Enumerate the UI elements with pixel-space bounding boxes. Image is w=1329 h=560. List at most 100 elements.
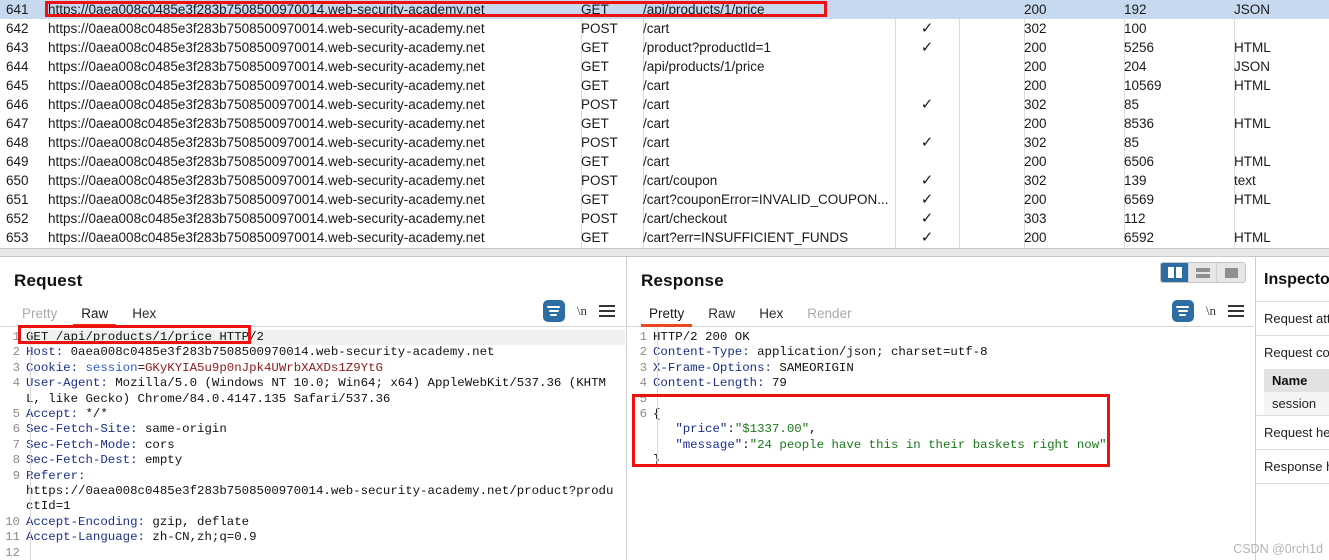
history-cell-mime: HTML (1234, 154, 1271, 169)
code-text[interactable]: Referer: https://0aea008c0485e3f283b7508… (26, 469, 625, 515)
code-text[interactable] (26, 546, 625, 560)
history-cell-method: GET (581, 192, 609, 207)
history-cell-host: https://0aea008c0485e3f283b7508500970014… (48, 135, 485, 150)
code-text[interactable]: User-Agent: Mozilla/5.0 (Windows NT 10.0… (26, 376, 625, 407)
tab-raw[interactable]: Raw (69, 306, 120, 327)
line-number: 5 (12, 407, 20, 422)
history-cell-length: 6592 (1124, 230, 1155, 245)
line-number: 8 (12, 453, 20, 468)
layout-single-pane-button[interactable] (1217, 263, 1245, 282)
code-line: 12 (0, 546, 625, 560)
code-text[interactable] (653, 392, 1254, 407)
history-cell-url: /api/products/1/price (643, 2, 765, 17)
cookie-table-row-session[interactable]: session (1264, 392, 1329, 415)
layout-vertical-split-button[interactable] (1161, 263, 1189, 282)
history-cell-method: GET (581, 230, 609, 245)
code-token: 79 (764, 376, 787, 391)
table-row[interactable]: 643 https://0aea008c0485e3f283b7508500970… (0, 38, 1329, 57)
history-cell-method: POST (581, 97, 618, 112)
history-cell-host: https://0aea008c0485e3f283b7508500970014… (48, 40, 485, 55)
inspector-cookie-table[interactable]: Name session (1264, 369, 1329, 415)
code-text[interactable]: { (653, 407, 1254, 422)
table-row[interactable]: 642 https://0aea008c0485e3f283b7508500970… (0, 19, 1329, 38)
request-tools[interactable]: \n (542, 300, 615, 322)
history-cell-host: https://0aea008c0485e3f283b7508500970014… (48, 78, 485, 93)
table-row[interactable]: 648 https://0aea008c0485e3f283b7508500970… (0, 133, 1329, 152)
code-text[interactable]: "message":"24 people have this in their … (653, 438, 1254, 453)
tab-raw[interactable]: Raw (696, 306, 747, 326)
history-cell-status: 200 (1024, 40, 1047, 55)
hamburger-menu-icon[interactable] (1228, 305, 1244, 317)
inspector-section-request-attributes[interactable]: Request attributes (1256, 301, 1329, 335)
code-token: , (809, 422, 817, 437)
code-text[interactable]: Content-Length: 79 (653, 376, 1254, 391)
burp-suite-window: 641 https://0aea008c0485e3f283b7508500970… (0, 0, 1329, 560)
inspector-section-request-headers[interactable]: Request headers (1256, 415, 1329, 449)
code-text[interactable]: } (653, 453, 1254, 468)
table-row[interactable]: 646 https://0aea008c0485e3f283b7508500970… (0, 95, 1329, 114)
response-tabbar[interactable]: Pretty Raw Hex Render \n (627, 299, 1254, 327)
request-tabbar[interactable]: Pretty Raw Hex \n (0, 299, 625, 327)
code-text[interactable]: Accept-Language: zh-CN,zh;q=0.9 (26, 530, 625, 545)
history-cell-status: 302 (1024, 135, 1047, 150)
history-cell-mime: text (1234, 173, 1256, 188)
code-text[interactable]: Content-Type: application/json; charset=… (653, 345, 1254, 360)
tab-pretty[interactable]: Pretty (637, 306, 696, 327)
code-line: 3 Cookie: session=GKyKYIA5u9p0nJpk4UWrbXA… (0, 361, 625, 376)
table-row[interactable]: 645 https://0aea008c0485e3f283b7508500970… (0, 76, 1329, 95)
table-row[interactable]: 653 https://0aea008c0485e3f283b7508500970… (0, 228, 1329, 247)
code-text[interactable]: HTTP/2 200 OK (653, 330, 1254, 345)
newline-toggle-icon[interactable]: \n (1206, 303, 1216, 319)
code-text[interactable]: Cookie: session=GKyKYIA5u9p0nJpk4UWrbXAX… (26, 361, 625, 376)
code-text[interactable]: Sec-Fetch-Mode: cors (26, 438, 625, 453)
table-row[interactable]: 644 https://0aea008c0485e3f283b7508500970… (0, 57, 1329, 76)
table-row[interactable]: 652 https://0aea008c0485e3f283b7508500970… (0, 209, 1329, 228)
code-text[interactable]: Host: 0aea008c0485e3f283b7508500970014.w… (26, 345, 625, 360)
history-cell-id: 649 (6, 154, 29, 169)
history-cell-host: https://0aea008c0485e3f283b7508500970014… (48, 173, 485, 188)
response-tools[interactable]: \n (1171, 300, 1244, 322)
inspector-pane: Inspector Request attributes Request coo… (1255, 257, 1329, 560)
hamburger-menu-icon[interactable] (599, 305, 615, 317)
code-text[interactable]: Accept: */* (26, 407, 625, 422)
table-row[interactable]: 650 https://0aea008c0485e3f283b7508500970… (0, 171, 1329, 190)
table-row[interactable]: 647 https://0aea008c0485e3f283b7508500970… (0, 114, 1329, 133)
tab-hex[interactable]: Hex (747, 306, 795, 326)
layout-toggle-group[interactable] (1160, 262, 1246, 283)
table-row[interactable]: 641 https://0aea008c0485e3f283b7508500970… (0, 0, 1329, 19)
code-text[interactable]: GET /api/products/1/price HTTP/2 (26, 330, 625, 346)
layout-horizontal-split-button[interactable] (1189, 263, 1217, 282)
code-token: */* (78, 407, 108, 422)
panel-divider[interactable] (0, 248, 1329, 257)
code-text[interactable]: X-Frame-Options: SAMEORIGIN (653, 361, 1254, 376)
line-number: 1 (12, 330, 20, 344)
line-number: 7 (12, 437, 20, 452)
history-cell-length: 100 (1124, 21, 1147, 36)
tab-hex[interactable]: Hex (120, 306, 168, 326)
newline-toggle-icon[interactable]: \n (577, 303, 587, 319)
filter-icon[interactable] (542, 300, 565, 322)
history-cell-status: 302 (1024, 21, 1047, 36)
filter-icon[interactable] (1171, 300, 1194, 322)
code-text[interactable]: Sec-Fetch-Site: same-origin (26, 422, 625, 437)
tab-pretty[interactable]: Pretty (10, 306, 69, 326)
inspector-section-request-cookies[interactable]: Request cookies (1256, 335, 1329, 369)
response-code[interactable]: 1 HTTP/2 200 OK 2 Content-Type: application… (627, 327, 1254, 469)
line-number: 4 (639, 376, 647, 391)
history-cell-edited: ✓ (920, 229, 934, 246)
history-cell-length: 85 (1124, 97, 1140, 112)
table-row[interactable]: 651 https://0aea008c0485e3f283b7508500970… (0, 190, 1329, 209)
history-cell-method: GET (581, 40, 609, 55)
request-code[interactable]: 1 GET /api/products/1/price HTTP/2 2 Host: … (0, 327, 625, 560)
history-cell-url: /cart/checkout (643, 211, 728, 226)
tab-render[interactable]: Render (795, 306, 863, 326)
table-row[interactable]: 649 https://0aea008c0485e3f283b7508500970… (0, 152, 1329, 171)
code-text[interactable]: Sec-Fetch-Dest: empty (26, 453, 625, 468)
code-text[interactable]: "price":"$1337.00", (653, 422, 1254, 437)
code-line: 8 Sec-Fetch-Dest: empty (0, 453, 625, 468)
proxy-history-table[interactable]: 641 https://0aea008c0485e3f283b7508500970… (0, 0, 1329, 248)
code-text[interactable]: Accept-Encoding: gzip, deflate (26, 515, 625, 530)
inspector-section-response-headers[interactable]: Response headers (1256, 449, 1329, 483)
history-cell-length: 85 (1124, 135, 1140, 150)
history-cell-id: 647 (6, 116, 29, 131)
